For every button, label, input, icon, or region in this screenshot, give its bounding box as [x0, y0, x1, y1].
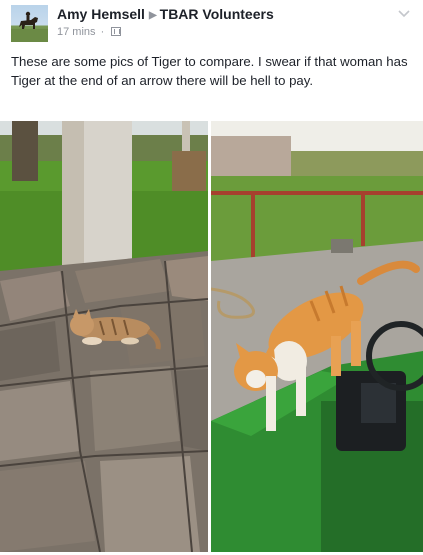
post-meta: 17 mins ·	[57, 26, 122, 38]
right-triangle-icon: ▶	[148, 10, 157, 21]
timestamp[interactable]: 17 mins	[57, 26, 96, 38]
photo-cat-on-porch[interactable]	[0, 121, 208, 552]
avatar[interactable]	[11, 5, 48, 42]
group-audience-icon	[111, 27, 122, 36]
photo-cat-on-vehicle[interactable]	[211, 121, 423, 552]
meta-separator: ·	[100, 26, 105, 38]
photo-grid	[0, 121, 423, 555]
chevron-down-icon[interactable]	[397, 8, 411, 18]
post-header: Amy Hemsell ▶ TBAR Volunteers 17 mins ·	[0, 0, 423, 48]
post-body-text: These are some pics of Tiger to compare.…	[11, 54, 408, 88]
horse-rider-avatar-icon	[11, 11, 48, 42]
group-name[interactable]: TBAR Volunteers	[160, 6, 274, 22]
author-name[interactable]: Amy Hemsell	[57, 6, 145, 22]
post-title: Amy Hemsell ▶ TBAR Volunteers	[57, 6, 274, 22]
